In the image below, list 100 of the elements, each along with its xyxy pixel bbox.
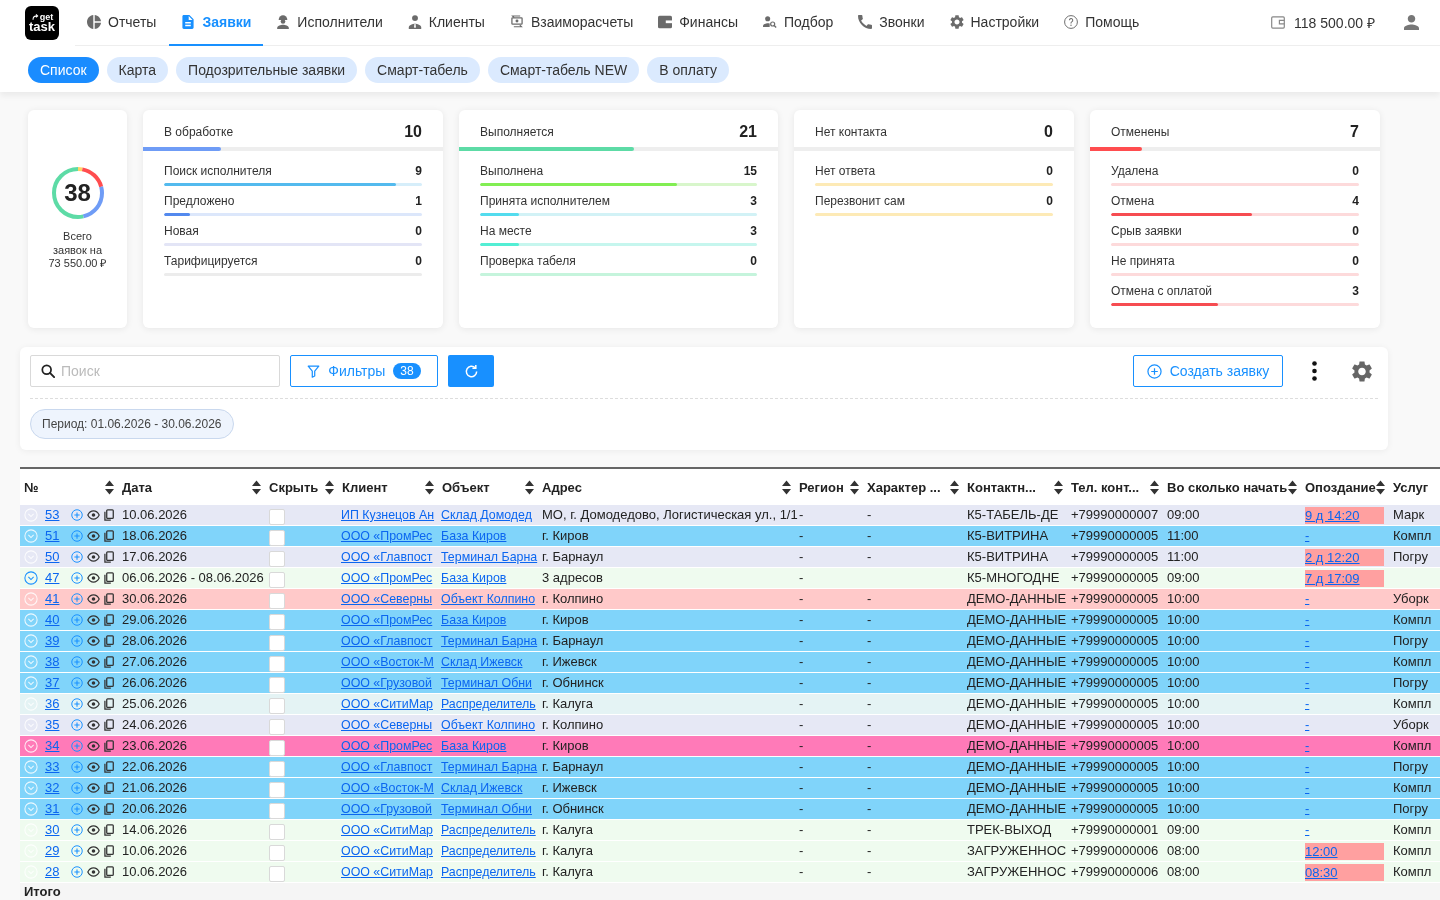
- nav-tab[interactable]: Взаиморасчеты: [497, 0, 646, 46]
- period-chip[interactable]: Период: 01.06.2026 - 30.06.2026: [30, 409, 234, 439]
- client-link[interactable]: ООО «ПромРес: [341, 529, 433, 543]
- checkbox[interactable]: [269, 761, 285, 777]
- checkbox[interactable]: [269, 593, 285, 609]
- eye-icon[interactable]: [87, 804, 100, 814]
- eye-icon[interactable]: [87, 636, 100, 646]
- order-number-link[interactable]: 51: [45, 526, 67, 546]
- checkbox[interactable]: [269, 782, 285, 798]
- copy-icon[interactable]: [104, 593, 114, 605]
- client-link[interactable]: ООО «Северны: [341, 592, 433, 606]
- plus-circle-icon[interactable]: [71, 761, 83, 773]
- object-link[interactable]: Объект Колпино: [441, 592, 536, 606]
- more-icon[interactable]: [1312, 361, 1317, 381]
- order-number-link[interactable]: 39: [45, 631, 67, 651]
- object-link[interactable]: Распределитель: [441, 823, 536, 837]
- checkbox[interactable]: [269, 845, 285, 861]
- checkbox[interactable]: [269, 572, 285, 588]
- delay-link[interactable]: 12:00: [1305, 843, 1384, 860]
- copy-icon[interactable]: [104, 782, 114, 794]
- client-link[interactable]: ООО «ПромРес: [341, 739, 433, 753]
- object-link[interactable]: Терминал Обни: [441, 676, 532, 690]
- delay-link[interactable]: -: [1305, 736, 1310, 756]
- checkbox[interactable]: [269, 824, 285, 840]
- copy-icon[interactable]: [104, 509, 114, 521]
- delay-link[interactable]: -: [1305, 820, 1310, 840]
- eye-icon[interactable]: [87, 762, 100, 772]
- plus-circle-icon[interactable]: [71, 656, 83, 668]
- client-link[interactable]: ООО «Главпост: [341, 634, 433, 648]
- delay-link[interactable]: -: [1305, 526, 1310, 546]
- checkbox[interactable]: [269, 740, 285, 756]
- plus-circle-icon[interactable]: [71, 572, 83, 584]
- client-link[interactable]: ООО «СитиМар: [341, 823, 433, 837]
- sort-icon[interactable]: [850, 478, 859, 496]
- order-number-link[interactable]: 28: [45, 862, 67, 882]
- plus-circle-icon[interactable]: [71, 866, 83, 878]
- client-link[interactable]: ИП Кузнецов Ан: [341, 508, 435, 522]
- filters-button[interactable]: Фильтры 38: [290, 355, 438, 387]
- logo[interactable]: get task: [25, 6, 59, 40]
- eye-icon[interactable]: [87, 867, 100, 877]
- nav-tab[interactable]: Помощь: [1052, 0, 1152, 46]
- client-link[interactable]: ООО «Грузовой: [341, 676, 432, 690]
- checkbox[interactable]: [269, 698, 285, 714]
- order-number-link[interactable]: 34: [45, 736, 67, 756]
- sort-icon[interactable]: [525, 478, 534, 496]
- plus-circle-icon[interactable]: [71, 719, 83, 731]
- eye-icon[interactable]: [87, 573, 100, 583]
- copy-icon[interactable]: [104, 551, 114, 563]
- sort-icon[interactable]: [425, 478, 434, 496]
- client-link[interactable]: ООО «Главпост: [341, 760, 433, 774]
- nav-tab[interactable]: Звонки: [846, 0, 937, 46]
- sort-icon[interactable]: [950, 478, 959, 496]
- eye-icon[interactable]: [87, 720, 100, 730]
- checkbox[interactable]: [269, 614, 285, 630]
- checkbox[interactable]: [269, 530, 285, 546]
- object-link[interactable]: Терминал Обни: [441, 802, 532, 816]
- delay-link[interactable]: -: [1305, 610, 1310, 630]
- object-link[interactable]: Склад Ижевск: [441, 655, 523, 669]
- view-tab[interactable]: В оплату: [647, 57, 729, 83]
- eye-icon[interactable]: [87, 846, 100, 856]
- delay-link[interactable]: 2 д 12:20: [1305, 549, 1384, 566]
- plus-circle-icon[interactable]: [71, 677, 83, 689]
- object-link[interactable]: Терминал Барна: [441, 634, 538, 648]
- sort-icon[interactable]: [1054, 478, 1063, 496]
- plus-circle-icon[interactable]: [71, 593, 83, 605]
- view-tab[interactable]: Список: [28, 57, 99, 83]
- user-icon[interactable]: [1404, 15, 1419, 30]
- view-tab[interactable]: Карта: [106, 57, 169, 83]
- client-link[interactable]: ООО «СитиМар: [341, 844, 433, 858]
- nav-tab[interactable]: Подбор: [751, 0, 846, 46]
- object-link[interactable]: Распределитель: [441, 844, 536, 858]
- object-link[interactable]: База Киров: [441, 613, 507, 627]
- eye-icon[interactable]: [87, 783, 100, 793]
- order-number-link[interactable]: 35: [45, 715, 67, 735]
- delay-link[interactable]: 7 д 17:09: [1305, 570, 1384, 587]
- client-link[interactable]: ООО «СитиМар: [341, 697, 433, 711]
- eye-icon[interactable]: [87, 699, 100, 709]
- eye-icon[interactable]: [87, 615, 100, 625]
- order-number-link[interactable]: 36: [45, 694, 67, 714]
- object-link[interactable]: Распределитель: [441, 697, 536, 711]
- client-link[interactable]: ООО «Грузовой: [341, 802, 432, 816]
- object-link[interactable]: База Киров: [441, 571, 507, 585]
- plus-circle-icon[interactable]: [71, 635, 83, 647]
- copy-icon[interactable]: [104, 740, 114, 752]
- delay-link[interactable]: -: [1305, 694, 1310, 714]
- eye-icon[interactable]: [87, 741, 100, 751]
- delay-link[interactable]: 08:30: [1305, 864, 1384, 881]
- object-link[interactable]: Терминал Барна: [441, 550, 538, 564]
- delay-link[interactable]: -: [1305, 673, 1310, 693]
- plus-circle-icon[interactable]: [71, 824, 83, 836]
- checkbox[interactable]: [269, 866, 285, 882]
- order-number-link[interactable]: 53: [45, 505, 67, 525]
- copy-icon[interactable]: [104, 719, 114, 731]
- eye-icon[interactable]: [87, 531, 100, 541]
- checkbox[interactable]: [269, 656, 285, 672]
- nav-tab[interactable]: Отчеты: [75, 0, 169, 46]
- copy-icon[interactable]: [104, 656, 114, 668]
- refresh-button[interactable]: [448, 355, 494, 387]
- order-number-link[interactable]: 31: [45, 799, 67, 819]
- object-link[interactable]: Распределитель: [441, 865, 536, 879]
